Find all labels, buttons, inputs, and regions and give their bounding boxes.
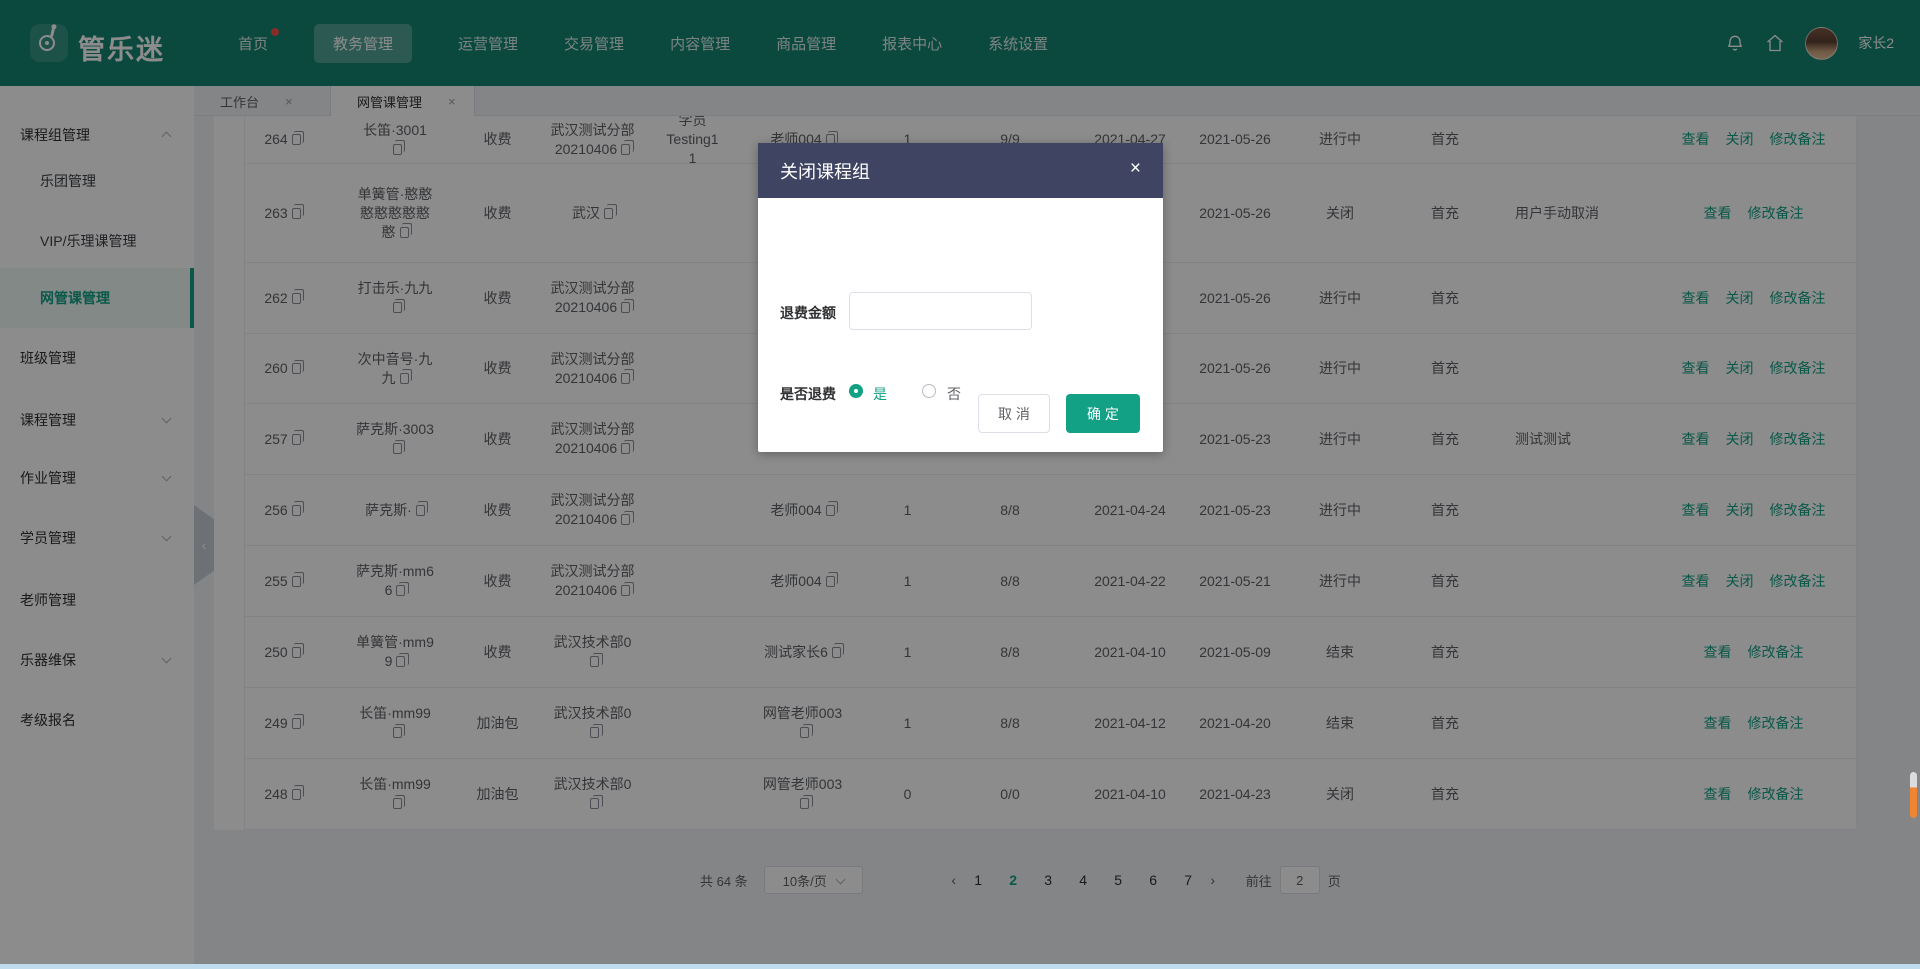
refund-amount-input[interactable] xyxy=(849,292,1032,330)
dialog-header: 关闭课程组 xyxy=(758,143,1163,198)
refund-yes-radio[interactable] xyxy=(849,384,863,398)
confirm-button[interactable]: 确 定 xyxy=(1066,394,1140,433)
horizontal-scrollbar-track[interactable] xyxy=(0,964,1920,969)
close-icon[interactable]: × xyxy=(1130,159,1141,179)
dialog-title: 关闭课程组 xyxy=(780,158,870,184)
refund-no-label[interactable]: 否 xyxy=(947,384,961,404)
refund-yes-label[interactable]: 是 xyxy=(873,384,887,404)
refund-question-label: 是否退费 xyxy=(780,384,836,404)
close-course-group-dialog: 关闭课程组 × 是否退费 是 否 退费金额 取 消 确 定 xyxy=(758,143,1163,452)
refund-amount-label: 退费金额 xyxy=(780,303,836,323)
refund-no-radio[interactable] xyxy=(922,384,936,398)
cancel-button[interactable]: 取 消 xyxy=(978,394,1050,433)
vertical-scrollbar-thumb[interactable] xyxy=(1910,772,1917,818)
